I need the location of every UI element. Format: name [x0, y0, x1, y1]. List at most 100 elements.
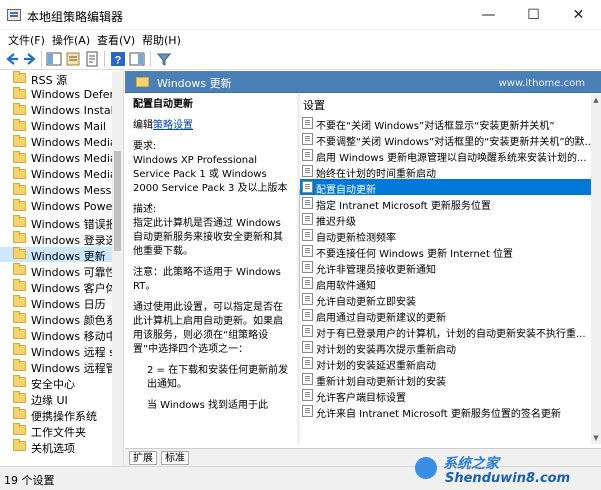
tree-item[interactable]: Windows 颜色系统 [0, 311, 112, 326]
list-item[interactable]: 对计划的安装再次提示重新启动 [300, 339, 591, 355]
list-item-configure-automatic-updates[interactable]: 配置自动更新 [300, 179, 591, 195]
folder-icon [13, 215, 26, 227]
header-watermark: www.ithome.com [498, 78, 585, 89]
continuation-text: 当 Windows 找到适用于此 [147, 400, 268, 411]
list-item[interactable]: 允许客户端目标设置 [300, 387, 591, 403]
options-text: 通过使用此设置，可以指定是否在此计算机上启用自动更新。如果启用该服务，则必须在“… [133, 302, 283, 355]
tree-item[interactable]: Windows 日历 [0, 295, 112, 310]
tree-item[interactable]: Windows 远程 sh [0, 343, 112, 358]
list-item[interactable]: 不要在“关闭 Windows”对话框显示“安装更新并关机” [300, 115, 591, 131]
list-item[interactable]: 启用 Windows 更新电源管理以自动唤醒系统来安装计划的... [300, 147, 591, 163]
watermark-cn: 系统之家 [443, 456, 499, 472]
tree-item[interactable]: Windows 登录选项 [0, 231, 112, 246]
tree-item[interactable]: Windows Media [0, 135, 112, 150]
tree-item[interactable]: Windows 客户体验 [0, 279, 112, 294]
list-item[interactable]: 允许非管理员接收更新通知 [300, 259, 591, 275]
tree-item[interactable]: Windows Messer [0, 183, 112, 198]
policy-setting-icon [302, 357, 313, 369]
tree-item[interactable]: RSS 源 [0, 71, 112, 86]
folder-icon [13, 71, 26, 83]
note-text: 注意：此策略不适用于 Windows RT。 [133, 267, 281, 292]
list-item[interactable]: 不要连接任何 Windows 更新 Internet 位置 [300, 243, 591, 259]
folder-icon [13, 135, 26, 147]
tree-item[interactable]: Windows Media [0, 167, 112, 182]
list-item[interactable]: 对计划的安装延迟重新启动 [300, 355, 591, 371]
filter-icon[interactable] [156, 51, 172, 67]
status-bar: 19 个设置 系统之家 Shenduwin8.com [0, 456, 601, 490]
tree-scrollbar[interactable] [112, 71, 123, 466]
site-watermark: 系统之家 Shenduwin8.com [415, 453, 595, 489]
tree-item[interactable]: 边缘 UI [0, 391, 112, 406]
list-item[interactable]: 启用通过自动更新建议的更新 [300, 307, 591, 323]
maximize-button[interactable]: ☐ [511, 0, 556, 30]
list-item[interactable]: 始终在计划的时间重新启动 [300, 163, 591, 179]
tree-item[interactable]: 安全中心 [0, 375, 112, 390]
option-2-text: 2 = 在下载和安装任何更新前发出通知。 [147, 365, 289, 390]
details-pane: Windows 更新 www.ithome.com 配置自动更新 编辑策略设置 … [125, 71, 601, 466]
folder-icon [13, 407, 26, 419]
tree-item[interactable]: Windows 可靠性分 [0, 263, 112, 278]
edit-policy-link[interactable]: 策略设置 [153, 120, 193, 131]
category-title: Windows 更新 [157, 77, 232, 90]
policy-setting-icon [302, 261, 313, 273]
policy-setting-icon [302, 181, 313, 193]
scroll-up-icon[interactable]: ▲ [591, 94, 601, 106]
list-item[interactable]: 自动更新检测频率 [300, 227, 591, 243]
folder-icon [13, 343, 26, 355]
folder-icon [13, 295, 26, 307]
close-button[interactable]: ✕ [556, 0, 601, 30]
toolbar-separator [104, 51, 105, 67]
help-icon[interactable]: ? [110, 51, 126, 67]
watermark-logo-icon [415, 457, 437, 479]
folder-icon [13, 375, 26, 387]
tree-item[interactable]: Windows PowerS [0, 199, 112, 214]
list-item[interactable]: 允许来自 Intranet Microsoft 更新服务位置的签名更新 [300, 403, 591, 419]
minimize-button[interactable]: — [466, 0, 511, 30]
requirements-text: Windows XP Professional Service Pack 1 或… [133, 155, 288, 194]
column-header-setting[interactable]: 设置 [300, 97, 591, 114]
tree-item[interactable]: 工作文件夹 [0, 423, 112, 438]
list-item[interactable]: 对于有已登录用户的计算机，计划的自动更新安装不执行重... [300, 323, 591, 339]
forward-icon[interactable] [22, 51, 38, 67]
policy-setting-icon [302, 373, 313, 385]
list-item[interactable]: 推迟升级 [300, 211, 591, 227]
menu-view[interactable]: 查看(V) [97, 32, 135, 48]
folder-icon [13, 391, 26, 403]
list-item[interactable]: 指定 Intranet Microsoft 更新服务位置 [300, 195, 591, 211]
list-item[interactable]: 重新计划自动更新计划的安装 [300, 371, 591, 387]
export-icon[interactable] [84, 51, 100, 67]
folder-icon [13, 263, 26, 275]
scroll-down-icon[interactable]: ▼ [591, 432, 601, 444]
tree-item[interactable]: Windows Installe [0, 103, 112, 118]
tab-standard[interactable]: 标准 [161, 451, 189, 465]
policy-setting-icon [302, 405, 313, 417]
folder-icon [13, 231, 26, 243]
folder-icon [13, 247, 26, 259]
tab-extended[interactable]: 扩展 [129, 451, 157, 465]
tree-item[interactable]: Windows Media [0, 151, 112, 166]
tree-item[interactable]: Windows 远程管理 [0, 359, 112, 374]
tree-scrollbar-thumb[interactable] [114, 151, 121, 251]
tree-item[interactable]: Windows 移动中心 [0, 327, 112, 342]
tree-item[interactable]: 关机选项 [0, 439, 112, 454]
policy-setting-icon [302, 133, 313, 145]
menu-action[interactable]: 操作(A) [52, 32, 90, 48]
list-item[interactable]: 不要调整“关闭 Windows”对话框里的“安装更新并关机”的默... [300, 131, 591, 147]
back-icon[interactable] [4, 51, 20, 67]
tree-item[interactable]: 便携操作系统 [0, 407, 112, 422]
menu-file[interactable]: 文件(F) [8, 32, 45, 48]
tree-item-windows-update[interactable]: Windows 更新 [0, 247, 112, 262]
properties-icon[interactable] [65, 51, 81, 67]
tree-item[interactable]: Windows 错误报告 [0, 215, 112, 230]
menu-help[interactable]: 帮助(H) [142, 32, 181, 48]
show-hide-tree-icon[interactable] [46, 51, 62, 67]
folder-icon [13, 103, 26, 115]
folder-icon [13, 311, 26, 323]
tree-item[interactable]: Windows Mail [0, 119, 112, 134]
policy-setting-icon [302, 325, 313, 337]
list-scrollbar[interactable]: ▲ ▼ [591, 94, 601, 444]
list-item[interactable]: 启用软件通知 [300, 275, 591, 291]
view-icon[interactable] [129, 51, 145, 67]
tree-item[interactable]: Windows Defend [0, 87, 112, 102]
list-item[interactable]: 允许自动更新立即安装 [300, 291, 591, 307]
